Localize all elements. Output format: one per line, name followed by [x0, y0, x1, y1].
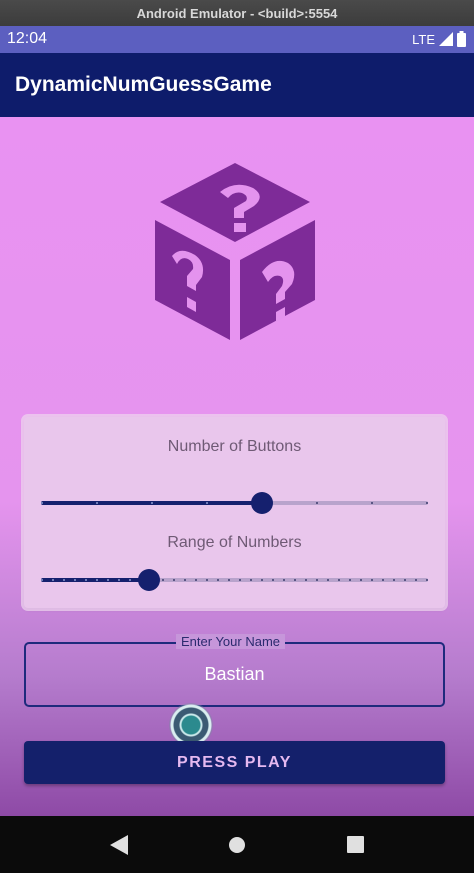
slider-tick	[239, 579, 241, 581]
slider-tick	[360, 579, 362, 581]
slider-tick	[371, 579, 373, 581]
name-field[interactable]: Enter Your Name	[24, 634, 445, 707]
press-play-button[interactable]: PRESS PLAY	[24, 741, 445, 784]
slider-tick	[316, 579, 318, 581]
range-slider-thumb[interactable]	[137, 569, 160, 591]
range-slider-label: Range of Numbers	[167, 534, 302, 551]
back-button[interactable]	[99, 825, 139, 865]
slider-tick	[85, 579, 87, 581]
slider-tick	[184, 579, 186, 581]
slider-tick	[382, 579, 384, 581]
buttons-slider-thumb[interactable]	[250, 492, 273, 514]
emulator-title: Android Emulator - <build>:5554	[136, 5, 338, 21]
slider-tick	[52, 579, 54, 581]
home-icon	[229, 836, 245, 853]
slider-tick	[173, 579, 175, 581]
slider-tick	[96, 579, 98, 581]
slider-tick	[415, 579, 417, 581]
slider-tick	[338, 579, 340, 581]
back-icon	[110, 834, 128, 855]
slider-tick	[162, 579, 164, 581]
slider-tick	[151, 502, 153, 504]
home-button[interactable]	[217, 825, 257, 865]
slider-tick	[206, 579, 208, 581]
slider-tick	[426, 579, 428, 581]
slider-tick	[371, 502, 373, 504]
slider-tick	[195, 579, 197, 581]
app-bar: DynamicNumGuessGame	[0, 53, 474, 117]
recents-button[interactable]	[335, 825, 375, 865]
slider-tick	[217, 579, 219, 581]
slider-tick	[206, 502, 208, 504]
slider-tick	[305, 579, 307, 581]
buttons-slider[interactable]	[41, 492, 428, 514]
slider-tick	[228, 579, 230, 581]
slider-tick	[283, 579, 285, 581]
buttons-slider-label: Number of Buttons	[167, 438, 302, 455]
battery-icon	[457, 31, 466, 47]
range-slider-fill	[41, 578, 149, 582]
slider-tick	[327, 579, 329, 581]
slider-tick	[404, 579, 406, 581]
slider-tick	[272, 579, 274, 581]
emulator-title-bar: Android Emulator - <build>:5554	[0, 0, 474, 26]
slider-tick	[250, 579, 252, 581]
question-dice-icon	[155, 163, 315, 340]
settings-card: Number of Buttons Range of Numbers	[24, 417, 445, 608]
slider-tick	[107, 579, 109, 581]
slider-tick	[393, 579, 395, 581]
slider-tick	[349, 579, 351, 581]
slider-tick	[261, 579, 263, 581]
slider-tick	[96, 502, 98, 504]
slider-tick	[294, 579, 296, 581]
slider-tick	[41, 579, 43, 581]
signal-icon	[439, 32, 453, 46]
slider-tick	[118, 579, 120, 581]
app-title: DynamicNumGuessGame	[15, 73, 272, 96]
status-bar: 12:04 LTE	[0, 26, 474, 53]
name-input[interactable]	[26, 644, 443, 705]
status-time: 12:04	[7, 30, 48, 47]
range-slider[interactable]	[41, 569, 428, 591]
status-icons: LTE	[412, 31, 466, 47]
slider-tick	[63, 579, 65, 581]
slider-tick	[426, 502, 428, 504]
navigation-bar	[0, 816, 474, 873]
slider-tick	[316, 502, 318, 504]
slider-tick	[74, 579, 76, 581]
slider-tick	[41, 502, 43, 504]
network-type: LTE	[412, 31, 435, 47]
slider-tick	[129, 579, 131, 581]
recents-icon	[346, 836, 364, 853]
